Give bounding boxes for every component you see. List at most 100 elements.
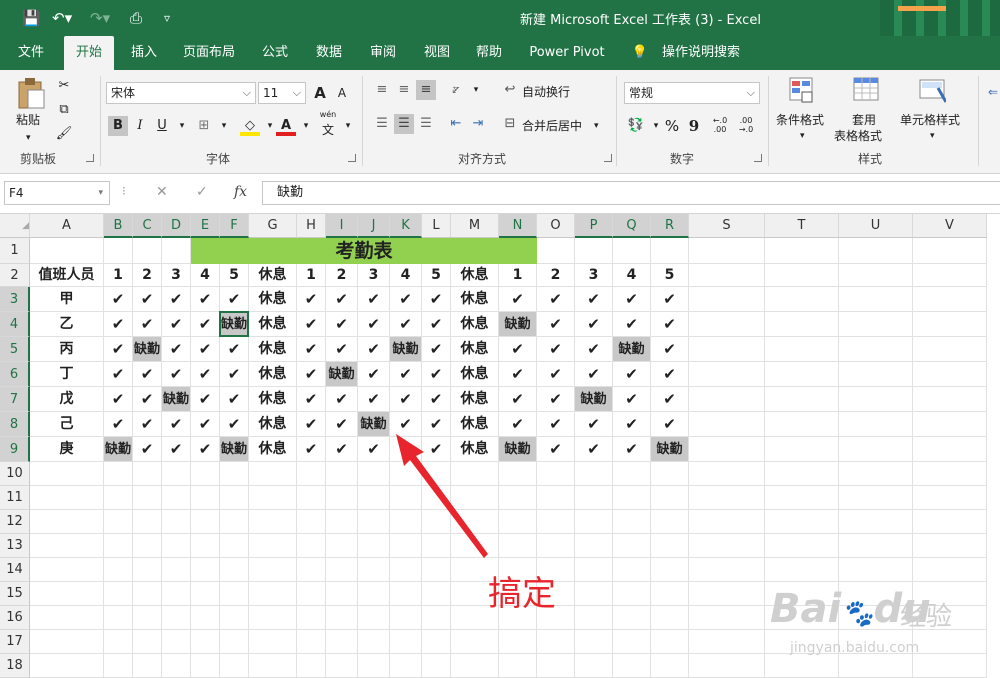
percent-button[interactable]: %	[662, 116, 682, 136]
attendance-cell[interactable]: ✔	[104, 387, 133, 412]
sheet-cell[interactable]	[30, 462, 104, 486]
sheet-cell[interactable]	[162, 558, 191, 582]
column-header[interactable]: O	[537, 214, 575, 238]
sheet-cell[interactable]	[220, 462, 249, 486]
sheet-cell[interactable]	[765, 412, 839, 437]
attendance-cell[interactable]: 休息	[451, 337, 499, 362]
sheet-cell[interactable]	[651, 558, 689, 582]
sheet-cell[interactable]	[651, 510, 689, 534]
sheet-cell[interactable]	[104, 630, 133, 654]
copy-icon[interactable]: ⧉	[54, 100, 74, 120]
attendance-cell[interactable]: ✔	[499, 387, 537, 412]
attendance-cell[interactable]: 3	[358, 264, 390, 287]
attendance-cell[interactable]: 休息	[249, 287, 297, 312]
attendance-cell[interactable]: 1	[499, 264, 537, 287]
sheet-cell[interactable]	[162, 630, 191, 654]
number-launcher-icon[interactable]	[754, 154, 762, 162]
attendance-cell[interactable]: ✔	[390, 387, 422, 412]
attendance-cell[interactable]: ✔	[575, 412, 613, 437]
sheet-cell[interactable]	[422, 582, 451, 606]
wrap-text-icon[interactable]: ↩	[500, 80, 520, 100]
sheet-cell[interactable]	[913, 362, 987, 387]
absent-cell[interactable]: 缺勤	[104, 437, 133, 462]
sheet-cell[interactable]	[689, 337, 765, 362]
attendance-cell[interactable]: ✔	[651, 287, 689, 312]
sheet-cell[interactable]	[839, 362, 913, 387]
sheet-cell[interactable]	[133, 510, 162, 534]
attendance-cell[interactable]: ✔	[422, 362, 451, 387]
attendance-cell[interactable]: ✔	[220, 287, 249, 312]
staff-name-cell[interactable]: 己	[30, 412, 104, 437]
tab-view[interactable]: 视图	[414, 36, 460, 70]
sheet-cell[interactable]	[162, 462, 191, 486]
absent-cell[interactable]: 缺勤	[326, 362, 358, 387]
attendance-cell[interactable]: ✔	[220, 412, 249, 437]
attendance-cell[interactable]: ✔	[191, 312, 220, 337]
sheet-cell[interactable]	[104, 510, 133, 534]
tab-data[interactable]: 数据	[306, 36, 352, 70]
orientation-icon[interactable]: ⦫	[446, 80, 466, 100]
sheet-cell[interactable]	[326, 606, 358, 630]
tab-review[interactable]: 审阅	[360, 36, 406, 70]
attendance-cell[interactable]: ✔	[575, 287, 613, 312]
sheet-cell[interactable]	[839, 654, 913, 678]
attendance-cell[interactable]: ✔	[220, 337, 249, 362]
format-table-label-2[interactable]: 表格格式	[834, 128, 882, 144]
row-header[interactable]: 17	[0, 630, 30, 654]
sheet-cell[interactable]	[249, 534, 297, 558]
sheet-cell[interactable]	[422, 654, 451, 678]
attendance-cell[interactable]: ✔	[613, 362, 651, 387]
attendance-cell[interactable]: ✔	[422, 287, 451, 312]
sheet-cell[interactable]	[537, 510, 575, 534]
row-header[interactable]: 10	[0, 462, 30, 486]
tab-help[interactable]: 帮助	[466, 36, 512, 70]
attendance-cell[interactable]: ✔	[575, 337, 613, 362]
attendance-cell[interactable]: ✔	[297, 437, 326, 462]
sheet-cell[interactable]	[575, 606, 613, 630]
sheet-cell[interactable]	[765, 337, 839, 362]
sheet-cell[interactable]	[249, 462, 297, 486]
sheet-cell[interactable]	[613, 534, 651, 558]
attendance-cell[interactable]: ✔	[613, 312, 651, 337]
sheet-cell[interactable]	[765, 486, 839, 510]
sheet-cell[interactable]	[613, 582, 651, 606]
sheet-cell[interactable]	[913, 337, 987, 362]
attendance-cell[interactable]: ✔	[422, 312, 451, 337]
sheet-cell[interactable]	[162, 486, 191, 510]
increase-indent-icon[interactable]: ⇥	[468, 114, 488, 134]
attendance-cell[interactable]: ✔	[191, 337, 220, 362]
sheet-cell[interactable]	[104, 238, 133, 264]
row-header[interactable]: 1	[0, 238, 30, 264]
sheet-cell[interactable]	[249, 582, 297, 606]
staff-name-cell[interactable]: 戊	[30, 387, 104, 412]
attendance-cell[interactable]: ✔	[537, 337, 575, 362]
attendance-cell[interactable]: ✔	[575, 312, 613, 337]
staff-name-cell[interactable]: 值班人员	[30, 264, 104, 287]
row-header[interactable]: 11	[0, 486, 30, 510]
attendance-cell[interactable]: ✔	[326, 312, 358, 337]
sheet-cell[interactable]	[326, 558, 358, 582]
sheet-cell[interactable]	[249, 510, 297, 534]
sheet-cell[interactable]	[913, 437, 987, 462]
attendance-cell[interactable]: ✔	[390, 362, 422, 387]
attendance-cell[interactable]: ✔	[537, 312, 575, 337]
format-table-label-1[interactable]: 套用	[852, 112, 876, 128]
staff-name-cell[interactable]: 乙	[30, 312, 104, 337]
sheet-cell[interactable]	[451, 630, 499, 654]
sheet-cell[interactable]	[297, 486, 326, 510]
row-header[interactable]: 4	[0, 312, 30, 337]
attendance-cell[interactable]: ✔	[613, 412, 651, 437]
sheet-cell[interactable]	[499, 534, 537, 558]
attendance-cell[interactable]: ✔	[133, 362, 162, 387]
attendance-cell[interactable]: ✔	[133, 412, 162, 437]
align-bottom-icon[interactable]: ≡	[416, 80, 436, 100]
cell-styles-icon[interactable]	[918, 76, 946, 104]
function-icon[interactable]: fx	[234, 184, 247, 200]
attendance-cell[interactable]: ✔	[613, 287, 651, 312]
sheet-cell[interactable]	[326, 510, 358, 534]
sheet-cell[interactable]	[689, 486, 765, 510]
clipboard-launcher-icon[interactable]	[86, 154, 94, 162]
sheet-cell[interactable]	[689, 312, 765, 337]
sheet-cell[interactable]	[575, 462, 613, 486]
sheet-cell[interactable]	[913, 558, 987, 582]
